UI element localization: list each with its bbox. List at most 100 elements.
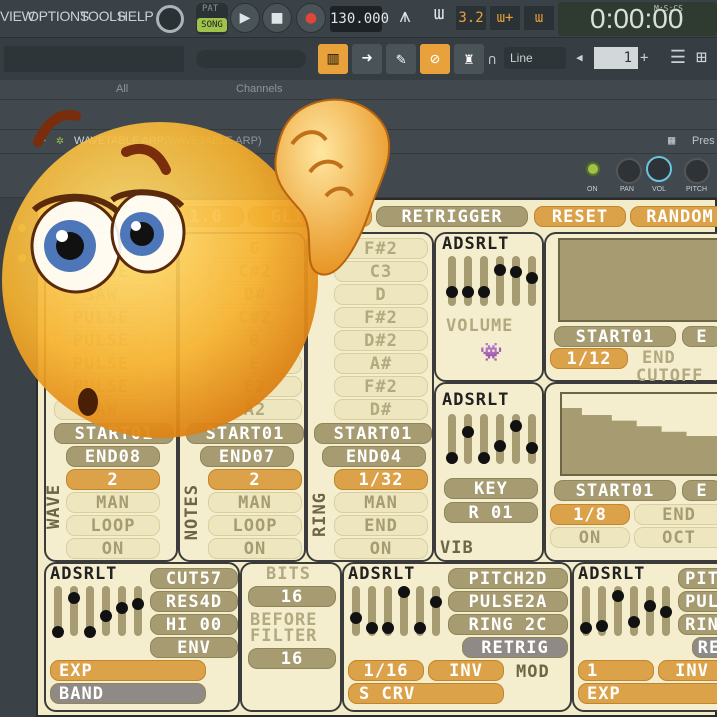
ring-rate[interactable]: 1/32: [334, 469, 428, 490]
record-button[interactable]: ●: [296, 3, 326, 33]
pitch2-curve[interactable]: EXP: [578, 683, 717, 704]
pitch-value[interactable]: PITCH2D: [448, 568, 568, 589]
wave-step-6[interactable]: PULSE: [54, 353, 148, 374]
wave-start[interactable]: START01: [54, 423, 174, 444]
ring-start[interactable]: START01: [314, 423, 432, 444]
plug-icon[interactable]: ✎: [386, 44, 416, 74]
vib-adsr-sliders[interactable]: [444, 414, 540, 470]
filter-hi[interactable]: HI 00: [150, 614, 238, 635]
wave-end[interactable]: END08: [66, 446, 160, 467]
filter-res[interactable]: RES4D: [150, 591, 238, 612]
on-led[interactable]: [586, 162, 600, 176]
reset-button[interactable]: RESET: [534, 206, 626, 227]
note-step-3[interactable]: D#: [208, 284, 302, 305]
notes-loop[interactable]: LOOP: [208, 515, 302, 536]
notes-rate[interactable]: 2: [208, 469, 302, 490]
ring-step-8[interactable]: D#: [334, 399, 428, 420]
pitch-adsr-sliders[interactable]: [348, 586, 444, 642]
countdown-icon[interactable]: 3.2: [456, 6, 486, 30]
mod-env-end[interactable]: END: [634, 504, 717, 525]
arrow-icon[interactable]: ➜: [352, 44, 382, 74]
wait-icon[interactable]: ɯ: [424, 3, 454, 33]
filter-exp[interactable]: EXP: [50, 660, 206, 681]
channels-label[interactable]: Channels: [236, 83, 282, 95]
expand-arrow-icon[interactable]: ▶: [40, 135, 46, 146]
mod-env-graph[interactable]: [560, 392, 717, 476]
note-step-2[interactable]: C#2: [208, 261, 302, 282]
cutoff-graph[interactable]: [558, 238, 717, 322]
mod-env-e[interactable]: E: [682, 480, 717, 501]
ring-on[interactable]: ON: [334, 538, 428, 559]
pitch-curve[interactable]: S CRV: [348, 683, 504, 704]
cutoff-end[interactable]: END: [642, 348, 676, 368]
wave-step-1[interactable]: SIN: [54, 238, 148, 259]
filter-cut[interactable]: CUT57: [150, 568, 238, 589]
retrig-button[interactable]: RETRIG: [462, 637, 568, 658]
channel-rack-icon[interactable]: ⊞: [696, 44, 717, 72]
note-step-1[interactable]: G: [208, 238, 302, 259]
mod-env-start[interactable]: START01: [554, 480, 676, 501]
cutoff-start[interactable]: START01: [554, 326, 676, 347]
random-button[interactable]: RANDOM: [630, 206, 717, 227]
vol-knob[interactable]: [646, 156, 672, 182]
ring-step-7[interactable]: F#2: [334, 376, 428, 397]
pitch-div[interactable]: 1/16: [348, 660, 424, 681]
note-step-8[interactable]: A2: [208, 399, 302, 420]
pitch-knob[interactable]: [684, 158, 710, 184]
menu-help[interactable]: HELP: [118, 8, 154, 24]
mod-env-div[interactable]: 1/8: [550, 504, 630, 525]
notes-on[interactable]: ON: [208, 538, 302, 559]
note-step-4[interactable]: C#2: [208, 307, 302, 328]
gear-icon[interactable]: ✲: [56, 133, 64, 148]
ring-end[interactable]: END04: [322, 446, 426, 467]
pitch2-pulse[interactable]: PUL: [678, 591, 717, 612]
tempo-display[interactable]: 130.000: [330, 6, 389, 32]
metronome-icon[interactable]: ⩚: [390, 3, 420, 33]
cutoff-div[interactable]: 1/12: [550, 348, 628, 369]
ring-step-1[interactable]: F#2: [334, 238, 428, 259]
piano-roll-icon[interactable]: ▥: [318, 44, 348, 74]
wave-step-7[interactable]: PULSE: [54, 376, 148, 397]
pattern-prev-icon[interactable]: ◀: [576, 47, 592, 69]
pitch2-div[interactable]: 1: [578, 660, 654, 681]
speed-value[interactable]: 1.0: [168, 206, 244, 227]
snap-select[interactable]: Line: [504, 47, 566, 69]
vib-r[interactable]: R 01: [444, 502, 538, 523]
pan-knob[interactable]: [616, 158, 642, 184]
pitch2-pitch[interactable]: PIT: [678, 568, 717, 589]
pattern-add-icon[interactable]: +: [640, 47, 654, 69]
master-volume-knob[interactable]: [156, 5, 184, 33]
pitch2-inv[interactable]: INV: [658, 660, 717, 681]
grid-icon[interactable]: ▦: [668, 133, 675, 147]
browser-all-label[interactable]: All: [116, 83, 128, 95]
note-step-6[interactable]: E: [208, 353, 302, 374]
bits-value[interactable]: 16: [248, 586, 336, 607]
wave-rate[interactable]: 2: [66, 469, 160, 490]
hat-icon[interactable]: ♜: [454, 44, 484, 74]
ring-step-3[interactable]: D: [334, 284, 428, 305]
filter-adsr-sliders[interactable]: [50, 586, 146, 642]
pitch2-ring[interactable]: RIN: [678, 614, 717, 635]
wave-step-5[interactable]: PULSE: [54, 330, 148, 351]
pitch2-adsr-sliders[interactable]: [578, 586, 674, 642]
wave-on[interactable]: ON: [66, 538, 160, 559]
channel-led-1[interactable]: [18, 224, 26, 232]
ring-mode[interactable]: MAN: [334, 492, 428, 513]
note-step-5[interactable]: B: [208, 330, 302, 351]
wave-loop[interactable]: LOOP: [66, 515, 160, 536]
volume-adsr-sliders[interactable]: [444, 256, 540, 312]
playlist-icon[interactable]: ☰: [666, 44, 690, 72]
ring-end-mode[interactable]: END: [334, 515, 428, 536]
before-filter-value[interactable]: 16: [248, 648, 336, 669]
filter-env[interactable]: ENV: [150, 637, 238, 658]
time-display[interactable]: 0:00:00 M:S:CS: [558, 2, 717, 36]
filter-band[interactable]: BAND: [50, 683, 206, 704]
ring-value[interactable]: RING 2C: [448, 614, 568, 635]
main-pitch-slider[interactable]: [196, 50, 306, 68]
stop-button[interactable]: ■: [262, 3, 292, 33]
channel-led-2[interactable]: [18, 254, 26, 262]
wave-step-2[interactable]: NOISE: [54, 261, 148, 282]
cutoff-e[interactable]: E: [682, 326, 717, 347]
pitch-inv[interactable]: INV: [428, 660, 504, 681]
mod-env-on[interactable]: ON: [550, 527, 630, 548]
